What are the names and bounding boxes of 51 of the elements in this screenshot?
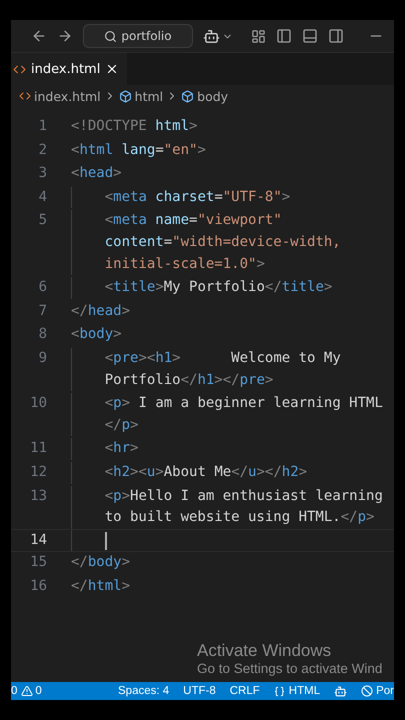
line-number: 6 — [38, 278, 48, 298]
text-cursor — [105, 532, 107, 550]
line-number: 3 — [38, 164, 48, 184]
line-number: 1 — [38, 117, 48, 136]
line-number: 4 — [38, 188, 48, 207]
editor-tab[interactable]: index.html — [11, 53, 128, 85]
forward-icon[interactable] — [57, 28, 73, 44]
status-item[interactable]: CRLF — [230, 685, 260, 697]
activation-message: Go to Settings to activate Wind — [197, 661, 384, 676]
warning-count[interactable]: 0 — [35, 685, 42, 697]
code-line: </html> — [71, 576, 130, 596]
code-line: <!DOCTYPE html> — [71, 117, 198, 136]
warning-icon — [21, 685, 34, 697]
language-mode[interactable]: HTML — [288, 685, 320, 697]
line-number: 16 — [29, 576, 48, 596]
code-line: <head> — [71, 164, 122, 184]
line-number: 15 — [29, 553, 48, 572]
code-line: </head> — [71, 302, 130, 321]
line-number: 9 — [38, 348, 48, 368]
line-number: 12 — [29, 462, 48, 482]
back-icon[interactable] — [31, 28, 47, 44]
search-icon — [104, 30, 118, 42]
line-number: 13 — [29, 486, 48, 506]
line-number: 8 — [38, 325, 48, 344]
breadcrumb-item[interactable]: index.html — [34, 88, 101, 104]
activation-title: Activate Windows — [197, 641, 332, 661]
file-code-icon — [19, 90, 31, 102]
cube-icon — [118, 90, 132, 102]
panel-left-icon[interactable] — [276, 28, 292, 44]
code-line: <html lang="en"> — [71, 140, 206, 160]
search-field[interactable]: portfolio — [83, 24, 193, 48]
line-number: 5 — [38, 211, 48, 230]
layout-icon[interactable] — [251, 28, 266, 44]
breadcrumb-item[interactable]: body — [197, 88, 228, 104]
file-code-icon — [13, 62, 26, 76]
status-item[interactable]: Spaces: 4 — [118, 685, 170, 697]
braces-icon — [274, 686, 285, 696]
status-item[interactable]: UTF-8 — [183, 685, 216, 697]
panel-bottom-icon[interactable] — [302, 28, 318, 44]
code-line: <body> — [71, 325, 122, 344]
error-count[interactable]: 0 — [11, 685, 18, 697]
ports-status[interactable]: Por — [376, 685, 394, 697]
panel-right-icon[interactable] — [328, 28, 344, 44]
breadcrumb-item[interactable]: html — [134, 88, 164, 104]
line-number: 14 — [29, 530, 48, 550]
line-number: 2 — [38, 140, 48, 160]
cube-icon — [181, 90, 194, 102]
code-line: </body> — [71, 553, 130, 572]
line-number: 11 — [29, 439, 48, 458]
line-number: 10 — [29, 394, 48, 414]
line-number: 7 — [38, 302, 48, 321]
